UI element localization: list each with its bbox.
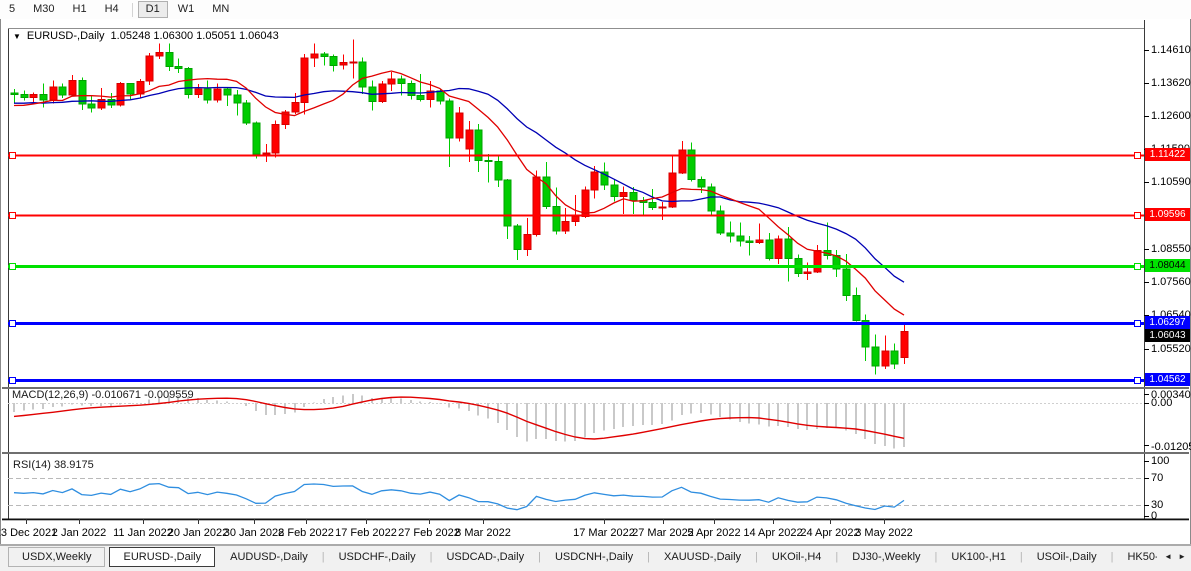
price-tick-label: 1.14610 — [1151, 44, 1191, 56]
tab-eurusd-daily[interactable]: EURUSD-,Daily — [109, 547, 216, 567]
chart-background — [2, 19, 1189, 545]
tab-scroll-left-icon[interactable]: ◄ — [1161, 550, 1175, 563]
price-tick-label: 1.10590 — [1151, 176, 1191, 188]
tf-button-d1[interactable]: D1 — [137, 1, 168, 18]
tab-ukoil-h4[interactable]: UKOil-,H4 — [759, 548, 835, 566]
chart-title: ▼ EURUSD-,Daily 1.05248 1.06300 1.05051 … — [13, 30, 279, 42]
chart-ohlc-values: 1.05248 1.06300 1.05051 1.06043 — [110, 30, 279, 42]
price-tick-label: 1.07560 — [1151, 276, 1191, 288]
rsi-name: RSI(14) — [13, 459, 51, 471]
timeframe-toolbar: 5 M30 H1 H4 D1 W1 MN — [0, 0, 1191, 19]
price-tick-label: 1.08550 — [1151, 243, 1191, 255]
tab-audusd-daily[interactable]: AUDUSD-,Daily — [217, 548, 321, 566]
macd-tick-label: 0.00 — [1151, 397, 1173, 409]
tf-button-w1[interactable]: W1 — [170, 1, 203, 18]
date-label: 8 Mar 2022 — [455, 527, 511, 539]
tab-scroll-arrows: ◄ ► — [1157, 550, 1189, 562]
macd-values: -0.010671 -0.009559 — [91, 389, 194, 401]
symbol-tab-bar: USDX,Weekly EURUSD-,Daily AUDUSD-,Daily | US… — [0, 545, 1191, 571]
tf-button-h1[interactable]: H1 — [65, 1, 95, 18]
current-price-badge: 1.06043 — [1145, 329, 1190, 342]
price-tick-label: 1.05520 — [1151, 343, 1191, 355]
price-tick-label: 1.13620 — [1151, 77, 1191, 89]
price-line-badge: 1.09596 — [1145, 208, 1190, 221]
rsi-indicator-label: RSI(14) 38.9175 — [13, 459, 94, 471]
date-label: 3 May 2022 — [855, 527, 913, 539]
price-tick-label: 1.12600 — [1151, 110, 1191, 122]
macd-name: MACD(12,26,9) — [12, 389, 89, 401]
price-line-badge: 1.08044 — [1145, 259, 1190, 272]
tab-usdx-weekly[interactable]: USDX,Weekly — [8, 547, 106, 567]
tf-button-h4[interactable]: H4 — [97, 1, 127, 18]
chart-symbol-label: EURUSD-,Daily — [26, 30, 105, 42]
tf-button-mn[interactable]: MN — [204, 1, 237, 18]
tab-usdcad-daily[interactable]: USDCAD-,Daily — [433, 548, 537, 566]
tab-dj30-weekly[interactable]: DJ30-,Weekly — [839, 548, 933, 566]
tab-usdcnh-daily[interactable]: USDCNH-,Daily — [542, 548, 646, 566]
tab-usoil-daily[interactable]: USOil-,Daily — [1024, 548, 1110, 566]
tab-scroll-right-icon[interactable]: ► — [1175, 550, 1189, 563]
rsi-tick-label: 70 — [1151, 472, 1164, 484]
mt4-terminal: 5 M30 H1 H4 D1 W1 MN ▼ EURUSD-,Daily 1.05248 1… — [0, 0, 1191, 571]
price-line-badge: 1.11422 — [1145, 148, 1190, 161]
rsi-tick-label: 100 — [1151, 455, 1170, 467]
tab-uk100-h1[interactable]: UK100-,H1 — [938, 548, 1018, 566]
tf-button-5[interactable]: 5 — [1, 1, 23, 18]
tab-xauusd-daily[interactable]: XAUUSD-,Daily — [651, 548, 754, 566]
macd-indicator-label: MACD(12,26,9) -0.010671 -0.009559 — [12, 389, 194, 401]
price-line-badge: 1.06297 — [1145, 316, 1190, 329]
rsi-tick-label: 0 — [1151, 510, 1158, 522]
toolbar-separator — [131, 2, 133, 17]
price-line-badge: 1.04562 — [1145, 373, 1190, 386]
symbol-dropdown-icon[interactable]: ▼ — [13, 31, 21, 42]
macd-tick-label: -0.01205 — [1151, 441, 1191, 453]
tf-button-m30[interactable]: M30 — [25, 1, 62, 18]
symbol-tabs: USDX,Weekly EURUSD-,Daily AUDUSD-,Daily | US… — [0, 546, 1191, 568]
tab-usdchf-daily[interactable]: USDCHF-,Daily — [326, 548, 429, 566]
rsi-value: 38.9175 — [53, 459, 94, 471]
